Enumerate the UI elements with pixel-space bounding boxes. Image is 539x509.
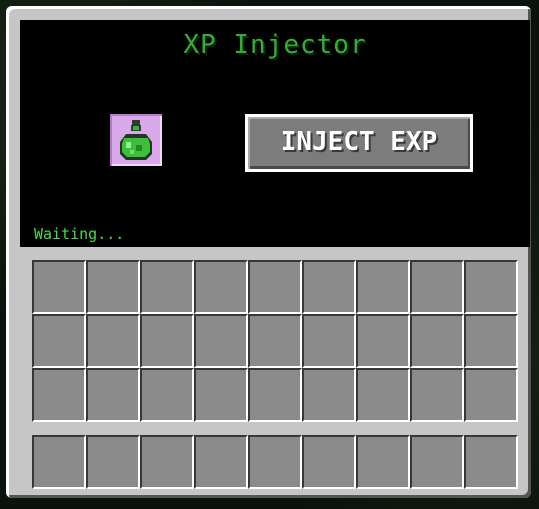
inventory-slot[interactable] <box>410 368 464 422</box>
inject-exp-button[interactable]: INJECT EXP <box>245 114 473 172</box>
inventory-slot[interactable] <box>32 260 86 314</box>
input-item-slot[interactable] <box>110 114 162 166</box>
inventory-slot[interactable] <box>410 260 464 314</box>
inventory-slot[interactable] <box>140 314 194 368</box>
inventory-slot[interactable] <box>464 314 518 368</box>
inventory-slot[interactable] <box>410 314 464 368</box>
xp-injector-window: XP Injector INJECT EXP Waiting... <box>6 6 531 498</box>
hotbar-slot[interactable] <box>464 435 518 489</box>
inventory-slot[interactable] <box>140 368 194 422</box>
inventory-slot[interactable] <box>32 314 86 368</box>
inventory-slot[interactable] <box>248 314 302 368</box>
inventory-slot[interactable] <box>464 260 518 314</box>
inventory-slot[interactable] <box>194 368 248 422</box>
inventory-slot[interactable] <box>86 260 140 314</box>
hotbar-slot[interactable] <box>356 435 410 489</box>
experience-bottle-icon <box>120 120 152 160</box>
inventory-slot[interactable] <box>86 314 140 368</box>
hotbar-grid <box>32 435 518 489</box>
inventory-slot[interactable] <box>464 368 518 422</box>
inventory-slot[interactable] <box>356 368 410 422</box>
inventory-slot[interactable] <box>356 260 410 314</box>
hotbar-slot[interactable] <box>32 435 86 489</box>
inventory-slot[interactable] <box>302 314 356 368</box>
inventory-slot[interactable] <box>32 368 86 422</box>
inventory-slot[interactable] <box>248 368 302 422</box>
inventory-slot[interactable] <box>194 260 248 314</box>
inventory-slot[interactable] <box>194 314 248 368</box>
inventory-slot[interactable] <box>302 260 356 314</box>
inventory-slot[interactable] <box>302 368 356 422</box>
inventory-slot[interactable] <box>248 260 302 314</box>
machine-panel: XP Injector INJECT EXP Waiting... <box>20 20 530 247</box>
window-title: XP Injector <box>183 30 367 60</box>
hotbar-slot[interactable] <box>86 435 140 489</box>
inventory-slot[interactable] <box>86 368 140 422</box>
inventory-slot[interactable] <box>140 260 194 314</box>
hotbar-slot[interactable] <box>248 435 302 489</box>
hotbar-slot[interactable] <box>410 435 464 489</box>
status-text: Waiting... <box>34 225 125 243</box>
player-inventory-grid <box>32 260 518 422</box>
inventory-slot[interactable] <box>356 314 410 368</box>
hotbar-slot[interactable] <box>302 435 356 489</box>
hotbar-slot[interactable] <box>140 435 194 489</box>
hotbar-slot[interactable] <box>194 435 248 489</box>
